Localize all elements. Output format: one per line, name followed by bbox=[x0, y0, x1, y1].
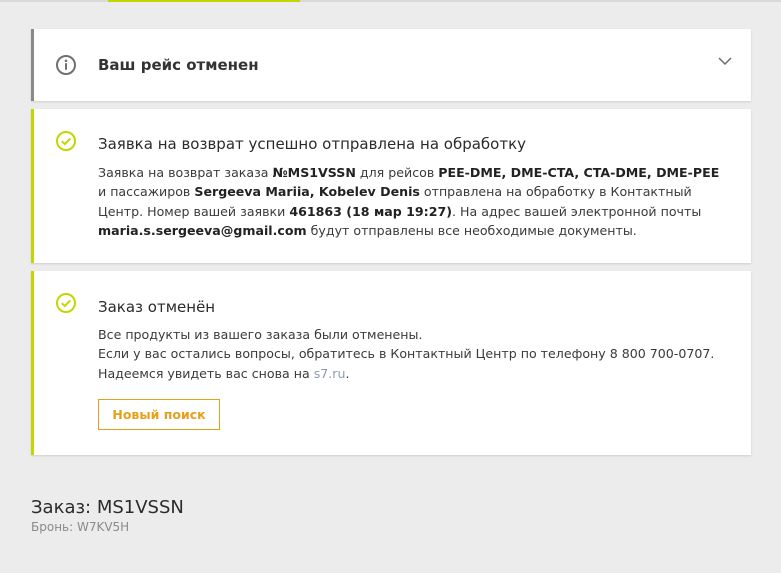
request-number: 461863 (18 мар 19:27) bbox=[289, 203, 452, 219]
check-circle-icon bbox=[55, 130, 77, 152]
booking-reference: Бронь: W7KV5H bbox=[31, 520, 130, 534]
card-accent-bar bbox=[31, 29, 34, 101]
new-search-button[interactable]: Новый поиск bbox=[98, 399, 220, 430]
email-address: maria.s.sergeeva@gmail.com bbox=[98, 223, 307, 239]
order-number: №MS1VSSN bbox=[272, 165, 356, 180]
active-tab-indicator bbox=[108, 0, 300, 2]
order-cancelled-card: Заказ отменён Все продукты из вашего зак… bbox=[31, 271, 751, 455]
text-line: Надеемся увидеть вас снова на s7.ru. bbox=[98, 365, 350, 381]
text-line: Если у вас остались вопросы, обратитесь … bbox=[98, 346, 715, 362]
card-title: Заявка на возврат успешно отправлена на … bbox=[98, 135, 527, 153]
info-icon bbox=[55, 54, 77, 76]
flight-cancelled-card[interactable]: Ваш рейс отменен bbox=[31, 29, 751, 101]
text-line: Все продукты из вашего заказа были отмен… bbox=[98, 327, 423, 342]
check-circle-icon bbox=[55, 292, 77, 314]
chevron-down-icon[interactable] bbox=[717, 53, 733, 69]
flight-list: PEE-DME, DME-CTA, CTA-DME, DME-PEE bbox=[438, 165, 720, 180]
refund-details-text: Заявка на возврат заказа №MS1VSSN для ре… bbox=[98, 165, 720, 239]
refund-request-card: Заявка на возврат успешно отправлена на … bbox=[31, 109, 751, 263]
order-number-heading: Заказ: MS1VSSN bbox=[31, 497, 184, 518]
order-cancelled-text: Все продукты из вашего заказа были отмен… bbox=[98, 325, 728, 383]
card-accent-bar bbox=[31, 109, 34, 263]
card-title: Ваш рейс отменен bbox=[98, 56, 259, 74]
card-accent-bar bbox=[31, 271, 34, 455]
s7-site-link[interactable]: s7.ru bbox=[314, 366, 346, 381]
card-title: Заказ отменён bbox=[98, 298, 216, 316]
order-summary: Заказ: MS1VSSN Бронь: W7KV5H bbox=[31, 497, 184, 534]
passenger-list: Sergeeva Mariia, Kobelev Denis bbox=[194, 184, 420, 200]
